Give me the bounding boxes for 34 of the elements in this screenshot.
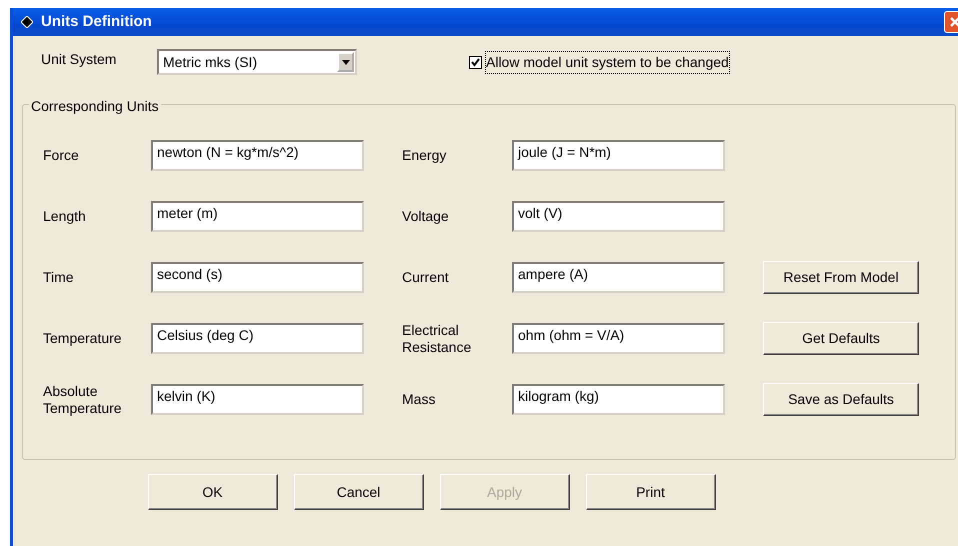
field-label: Mass bbox=[402, 391, 436, 408]
text-field[interactable]: volt (V) bbox=[512, 201, 725, 232]
field-label: Absolute Temperature bbox=[43, 383, 123, 416]
text-field[interactable]: Celsius (deg C) bbox=[151, 323, 364, 354]
dialog-button[interactable]: Print bbox=[586, 474, 716, 510]
field-label: Energy bbox=[402, 147, 448, 164]
checkbox[interactable] bbox=[469, 56, 482, 68]
caret-icon bbox=[342, 60, 350, 64]
text-field[interactable]: kilogram (kg) bbox=[512, 384, 725, 415]
text-field[interactable]: ampere (A) bbox=[512, 262, 725, 293]
text-field[interactable]: ohm (ohm = V/A) bbox=[512, 323, 725, 354]
side-button[interactable]: Get Defaults bbox=[763, 322, 919, 355]
text-field[interactable]: newton (N = kg*m/s^2) bbox=[151, 140, 364, 171]
dialog-button[interactable]: Cancel bbox=[294, 474, 424, 510]
field-label: Length bbox=[43, 208, 87, 225]
field-label: Current bbox=[402, 269, 450, 286]
text-field[interactable]: second (s) bbox=[151, 262, 364, 293]
side-button[interactable]: Save as Defaults bbox=[763, 383, 919, 416]
text-field[interactable]: joule (J = N*m) bbox=[512, 140, 725, 171]
close-icon bbox=[949, 16, 958, 28]
side-button[interactable]: Reset From Model bbox=[763, 261, 919, 294]
field-label: Electrical Resistance bbox=[402, 322, 472, 355]
unit-system-dropdown[interactable]: Metric mks (SI) bbox=[157, 49, 357, 75]
text-field[interactable]: kelvin (K) bbox=[151, 384, 364, 415]
dialog-button[interactable]: OK bbox=[148, 474, 278, 510]
field-label: Voltage bbox=[402, 208, 450, 225]
window-title: Units Definition bbox=[41, 12, 152, 32]
field-label: Time bbox=[43, 269, 75, 286]
checkbox-label[interactable]: Allow model unit system to be changed bbox=[486, 52, 729, 72]
field-label: Temperature bbox=[43, 330, 123, 347]
field-label: Force bbox=[43, 147, 80, 164]
text-field[interactable]: meter (m) bbox=[151, 201, 364, 232]
field-label: Unit System bbox=[41, 50, 118, 69]
diamond-icon bbox=[21, 16, 33, 28]
